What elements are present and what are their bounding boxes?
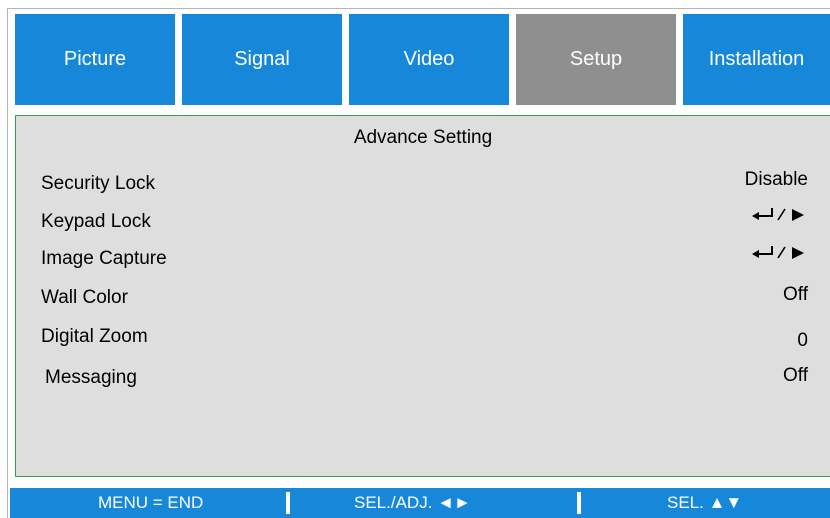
digital-zoom-value[interactable]: 0: [797, 330, 808, 352]
messaging-value[interactable]: Off: [783, 365, 808, 387]
enter-right-icon: [750, 204, 808, 226]
footer-separator: [577, 492, 581, 514]
keypad-lock-value[interactable]: [750, 204, 808, 231]
image-capture-value[interactable]: [750, 242, 808, 269]
messaging-label[interactable]: Messaging: [45, 367, 137, 389]
tab-picture-label: Picture: [63, 48, 127, 70]
tab-signal[interactable]: Signal: [182, 14, 342, 105]
tab-installation-label: Installation: [708, 48, 805, 70]
digital-zoom-label[interactable]: Digital Zoom: [41, 326, 148, 348]
security-lock-label[interactable]: Security Lock: [41, 173, 155, 195]
advance-setting-panel: Advance Setting Security Lock Disable Ke…: [15, 115, 830, 477]
tab-picture[interactable]: Picture: [15, 14, 175, 105]
sel-adj-hint: SEL./ADJ. ◄►: [354, 493, 471, 512]
tab-installation[interactable]: Installation: [683, 14, 830, 105]
sel-hint: SEL. ▲▼: [667, 493, 743, 512]
tab-setup-label: Setup: [569, 48, 623, 70]
tab-setup[interactable]: Setup: [516, 14, 676, 105]
panel-title: Advance Setting: [353, 127, 493, 148]
enter-right-icon: [750, 242, 808, 264]
tab-signal-label: Signal: [234, 48, 290, 70]
wall-color-label[interactable]: Wall Color: [41, 287, 128, 309]
footer-hint-bar: MENU = END SEL./ADJ. ◄► SEL. ▲▼: [10, 488, 830, 518]
wall-color-value[interactable]: Off: [783, 284, 808, 306]
tab-video-label: Video: [403, 48, 455, 70]
security-lock-value[interactable]: Disable: [745, 169, 808, 191]
footer-separator: [286, 492, 290, 514]
image-capture-label[interactable]: Image Capture: [41, 248, 167, 270]
projector-osd-menu: Picture Signal Video Setup Installation …: [0, 0, 830, 518]
menu-end-hint: MENU = END: [98, 493, 204, 512]
keypad-lock-label[interactable]: Keypad Lock: [41, 211, 151, 233]
tab-video[interactable]: Video: [349, 14, 509, 105]
